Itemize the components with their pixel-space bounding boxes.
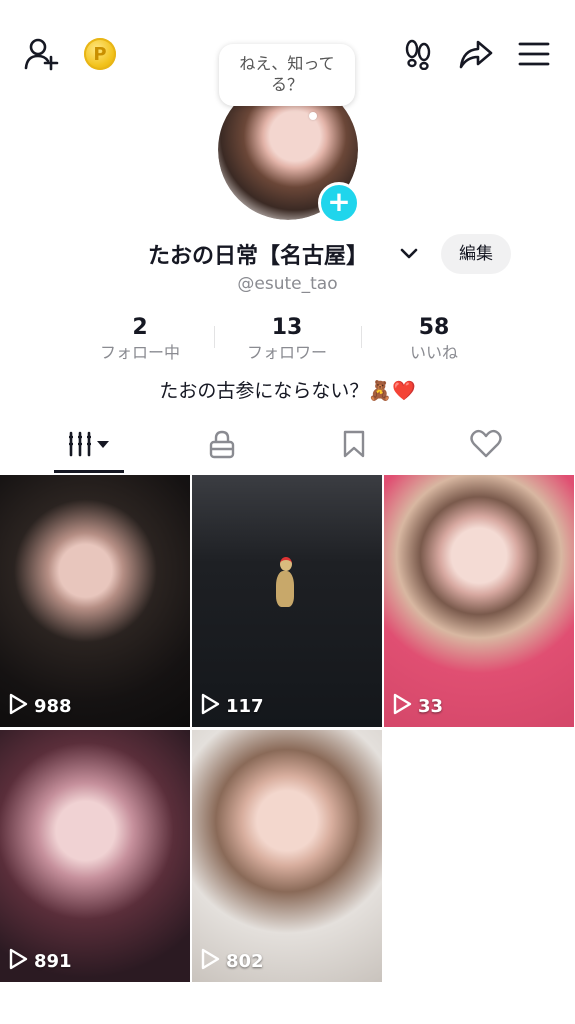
toy-chicken-body bbox=[276, 571, 294, 607]
play-icon bbox=[8, 693, 28, 719]
stat-label: フォロワー bbox=[246, 343, 327, 362]
grid-icon bbox=[67, 430, 113, 462]
chevron-down-icon[interactable] bbox=[398, 242, 420, 264]
view-count: 33 bbox=[392, 693, 443, 719]
share-icon[interactable] bbox=[456, 36, 496, 72]
lock-icon bbox=[208, 429, 236, 463]
video-thumbnail[interactable]: 988 bbox=[0, 475, 190, 727]
tab-private[interactable] bbox=[150, 420, 293, 472]
video-thumbnail[interactable]: 891 bbox=[0, 730, 190, 982]
bookmark-icon bbox=[342, 429, 366, 463]
play-icon bbox=[200, 693, 220, 719]
video-thumbnail[interactable]: 33 bbox=[384, 475, 574, 727]
stat-label: フォロー中 bbox=[99, 343, 180, 362]
stat-value: 2 bbox=[132, 315, 148, 340]
stat-label: いいね bbox=[409, 343, 458, 362]
video-thumbnail[interactable]: 802 bbox=[192, 730, 382, 982]
view-count: 891 bbox=[8, 948, 72, 974]
coin-icon[interactable]: P bbox=[84, 38, 116, 70]
view-count: 802 bbox=[200, 948, 264, 974]
status-bubble[interactable]: ねえ、知ってる？ bbox=[219, 44, 355, 106]
stats-row: 2 フォロー中 13 フォロワー 58 いいね bbox=[0, 314, 575, 370]
add-user-icon[interactable] bbox=[20, 36, 62, 72]
hamburger-menu-icon[interactable] bbox=[514, 36, 554, 72]
video-thumbnail[interactable]: 117 bbox=[192, 475, 382, 727]
stat-following[interactable]: 2 フォロー中 bbox=[70, 314, 210, 364]
stat-value: 13 bbox=[271, 315, 303, 340]
tab-videos[interactable] bbox=[18, 420, 161, 472]
view-count-value: 891 bbox=[34, 950, 72, 972]
active-tab-indicator bbox=[54, 470, 124, 473]
plus-icon[interactable]: + bbox=[318, 182, 360, 224]
edit-profile-button[interactable]: 編集 bbox=[441, 234, 511, 274]
stat-value: 58 bbox=[418, 315, 450, 340]
play-icon bbox=[392, 693, 412, 719]
tab-liked[interactable] bbox=[414, 420, 557, 472]
view-count: 988 bbox=[8, 693, 72, 719]
view-count-value: 117 bbox=[226, 695, 264, 717]
divider bbox=[361, 326, 362, 348]
bubble-tail bbox=[309, 112, 317, 120]
divider bbox=[214, 326, 215, 348]
profile-name[interactable]: たおの日常【名古屋】 bbox=[148, 238, 368, 270]
profile-bio: たおの古参にならない？🧸❤️ bbox=[159, 380, 416, 402]
stat-likes[interactable]: 58 いいね bbox=[364, 314, 504, 364]
footprints-icon[interactable] bbox=[398, 36, 438, 72]
view-count-value: 988 bbox=[34, 695, 72, 717]
heart-icon bbox=[469, 429, 502, 463]
profile-handle: @esute_tao bbox=[237, 274, 338, 294]
toy-chicken-head bbox=[280, 557, 292, 571]
view-count: 117 bbox=[200, 693, 264, 719]
profile-tabs bbox=[0, 420, 575, 473]
tab-saved[interactable] bbox=[282, 420, 425, 472]
view-count-value: 802 bbox=[226, 950, 264, 972]
stat-followers[interactable]: 13 フォロワー bbox=[217, 314, 357, 364]
play-icon bbox=[200, 948, 220, 974]
name-row: たおの日常【名古屋】 編集 bbox=[0, 234, 575, 274]
play-icon bbox=[8, 948, 28, 974]
view-count-value: 33 bbox=[418, 695, 444, 717]
